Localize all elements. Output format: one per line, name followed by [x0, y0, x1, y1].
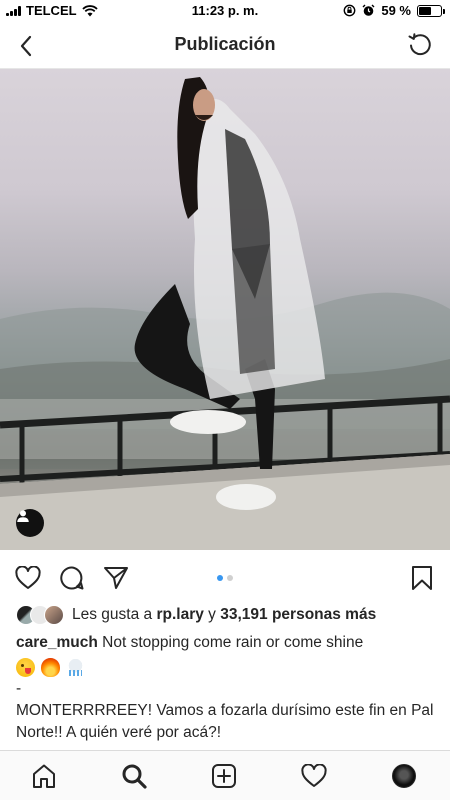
likes-connector: y: [208, 606, 216, 623]
caption-username[interactable]: care_much: [16, 634, 98, 651]
refresh-icon: [408, 33, 431, 56]
profile-icon: [392, 764, 416, 788]
likes-count[interactable]: 33,191 personas más: [220, 606, 376, 624]
caption-emojis: [16, 656, 436, 678]
liker-username[interactable]: rp.lary: [156, 606, 203, 624]
fire-emoji: [41, 657, 60, 677]
tab-new-post[interactable]: [206, 759, 242, 793]
post-photo[interactable]: [0, 69, 450, 550]
tab-profile[interactable]: [386, 759, 422, 793]
caption-body: MONTERRRREEY! Vamos a fozarla durísimo e…: [16, 702, 434, 741]
nav-header: Publicación: [0, 22, 450, 69]
refresh-button[interactable]: [404, 29, 436, 61]
alarm-icon: [362, 4, 375, 16]
caption-separator: -: [16, 680, 22, 697]
battery-icon: [417, 4, 445, 17]
status-bar: TELCEL 11:23 p. m. 59 %: [0, 0, 450, 22]
caption-text: Not stopping come rain or come shine: [102, 634, 364, 651]
tab-home[interactable]: [26, 759, 62, 793]
home-icon: [33, 764, 55, 788]
activity-icon: [301, 764, 327, 787]
carousel-dot: [227, 575, 233, 581]
page-title: Publicación: [174, 34, 276, 54]
battery-percent: 59 %: [381, 3, 411, 18]
orientation-lock-icon: [343, 4, 356, 17]
post-caption: care_much Not stopping come rain or come…: [16, 632, 436, 744]
bookmark-icon: [412, 566, 432, 590]
user-tag-button[interactable]: [16, 509, 44, 537]
post-image: [0, 77, 450, 550]
carousel-indicator: [0, 575, 450, 581]
carousel-dot-active: [217, 575, 223, 581]
battery-level: [419, 6, 432, 15]
tab-activity[interactable]: [296, 759, 332, 793]
save-button[interactable]: [406, 562, 438, 594]
search-icon: [122, 764, 147, 789]
tab-search[interactable]: [116, 759, 152, 793]
post-actions: [0, 558, 450, 598]
tab-bar: [0, 750, 450, 800]
likes-prefix: Les gusta a: [72, 606, 153, 623]
likes-summary[interactable]: Les gusta a rp.lary y 33,191 personas má…: [16, 604, 376, 626]
cloud-rain-emoji: [66, 657, 85, 677]
avatar: [44, 605, 64, 625]
winking-face-tongue-emoji: [16, 657, 35, 677]
new-post-icon: [212, 764, 236, 788]
liker-avatars: [16, 605, 66, 625]
user-tag-icon: [17, 510, 29, 522]
